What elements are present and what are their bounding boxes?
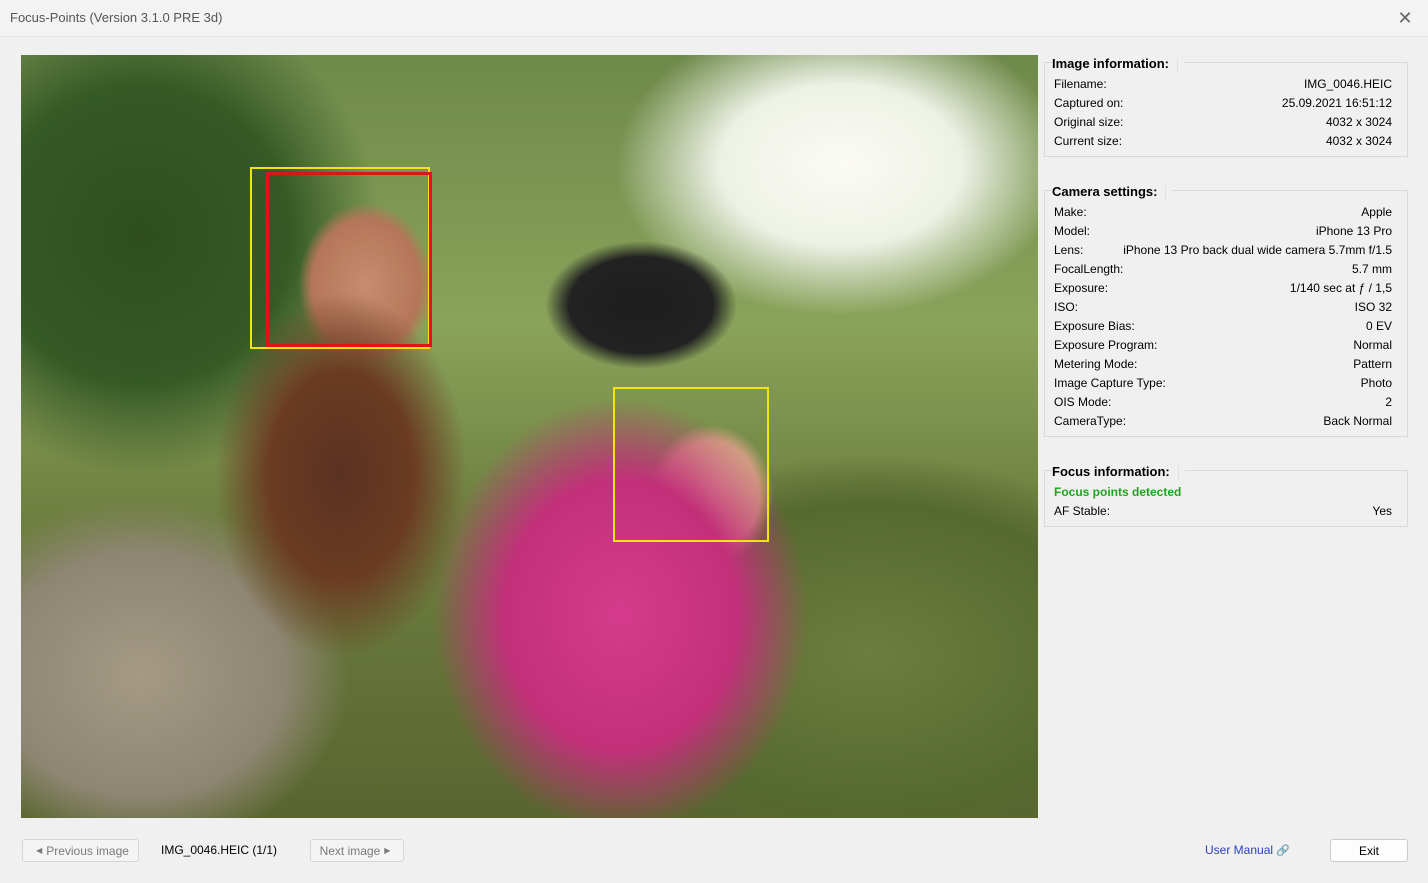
close-icon[interactable]: ✕ bbox=[1382, 0, 1428, 36]
focus-status-row: Focus points detected bbox=[1054, 482, 1392, 501]
focus-status-text: Focus points detected bbox=[1054, 484, 1182, 499]
previous-image-button[interactable]: ◀ Previous image bbox=[22, 839, 139, 862]
chevron-left-icon: ◀ bbox=[36, 846, 43, 855]
chevron-right-icon: ▶ bbox=[384, 846, 391, 855]
current-image-label: IMG_0046.HEIC (1/1) bbox=[161, 843, 278, 857]
focus-info-row: AF Stable: Yes bbox=[1054, 503, 1392, 518]
photo-preview bbox=[21, 55, 1038, 818]
link-icon: 🔗 bbox=[1276, 845, 1290, 857]
setting-row: Metering Mode: Pattern bbox=[1054, 356, 1392, 371]
setting-row: Model: iPhone 13 Pro bbox=[1054, 223, 1392, 238]
setting-row: OIS Mode: 2 bbox=[1054, 394, 1392, 409]
setting-row: FocalLength: 5.7 mm bbox=[1054, 261, 1392, 276]
info-row: Captured on: 25.09.2021 16:51:12 bbox=[1054, 95, 1392, 110]
setting-row: Exposure Bias: 0 EV bbox=[1054, 318, 1392, 333]
setting-row: ISO: ISO 32 bbox=[1054, 299, 1392, 314]
info-row: Original size: 4032 x 3024 bbox=[1054, 114, 1392, 129]
window-title: Focus-Points (Version 3.1.0 PRE 3d) bbox=[10, 10, 223, 25]
image-info-heading: Image information: bbox=[1052, 56, 1185, 72]
exit-button[interactable]: Exit bbox=[1330, 839, 1408, 862]
title-bar: Focus-Points (Version 3.1.0 PRE 3d) ✕ bbox=[0, 0, 1428, 37]
setting-row: Image Capture Type: Photo bbox=[1054, 375, 1392, 390]
setting-row: Lens: iPhone 13 Pro back dual wide camera… bbox=[1054, 242, 1392, 257]
setting-row: Make: Apple bbox=[1054, 204, 1392, 219]
user-manual-link[interactable]: User Manual 🔗 bbox=[1205, 843, 1290, 857]
setting-row: CameraType: Back Normal bbox=[1054, 413, 1392, 428]
setting-row: Exposure: 1/140 sec at ƒ / 1,5 bbox=[1054, 280, 1392, 295]
camera-settings-heading: Camera settings: bbox=[1052, 184, 1173, 200]
focus-info-heading: Focus information: bbox=[1052, 464, 1185, 480]
face-detection-frame bbox=[613, 387, 769, 542]
setting-row: Exposure Program: Normal bbox=[1054, 337, 1392, 352]
info-row: Filename: IMG_0046.HEIC bbox=[1054, 76, 1392, 91]
focus-point-frame bbox=[266, 172, 432, 347]
info-row: Current size: 4032 x 3024 bbox=[1054, 133, 1392, 148]
next-image-button[interactable]: Next image ▶ bbox=[310, 839, 404, 862]
